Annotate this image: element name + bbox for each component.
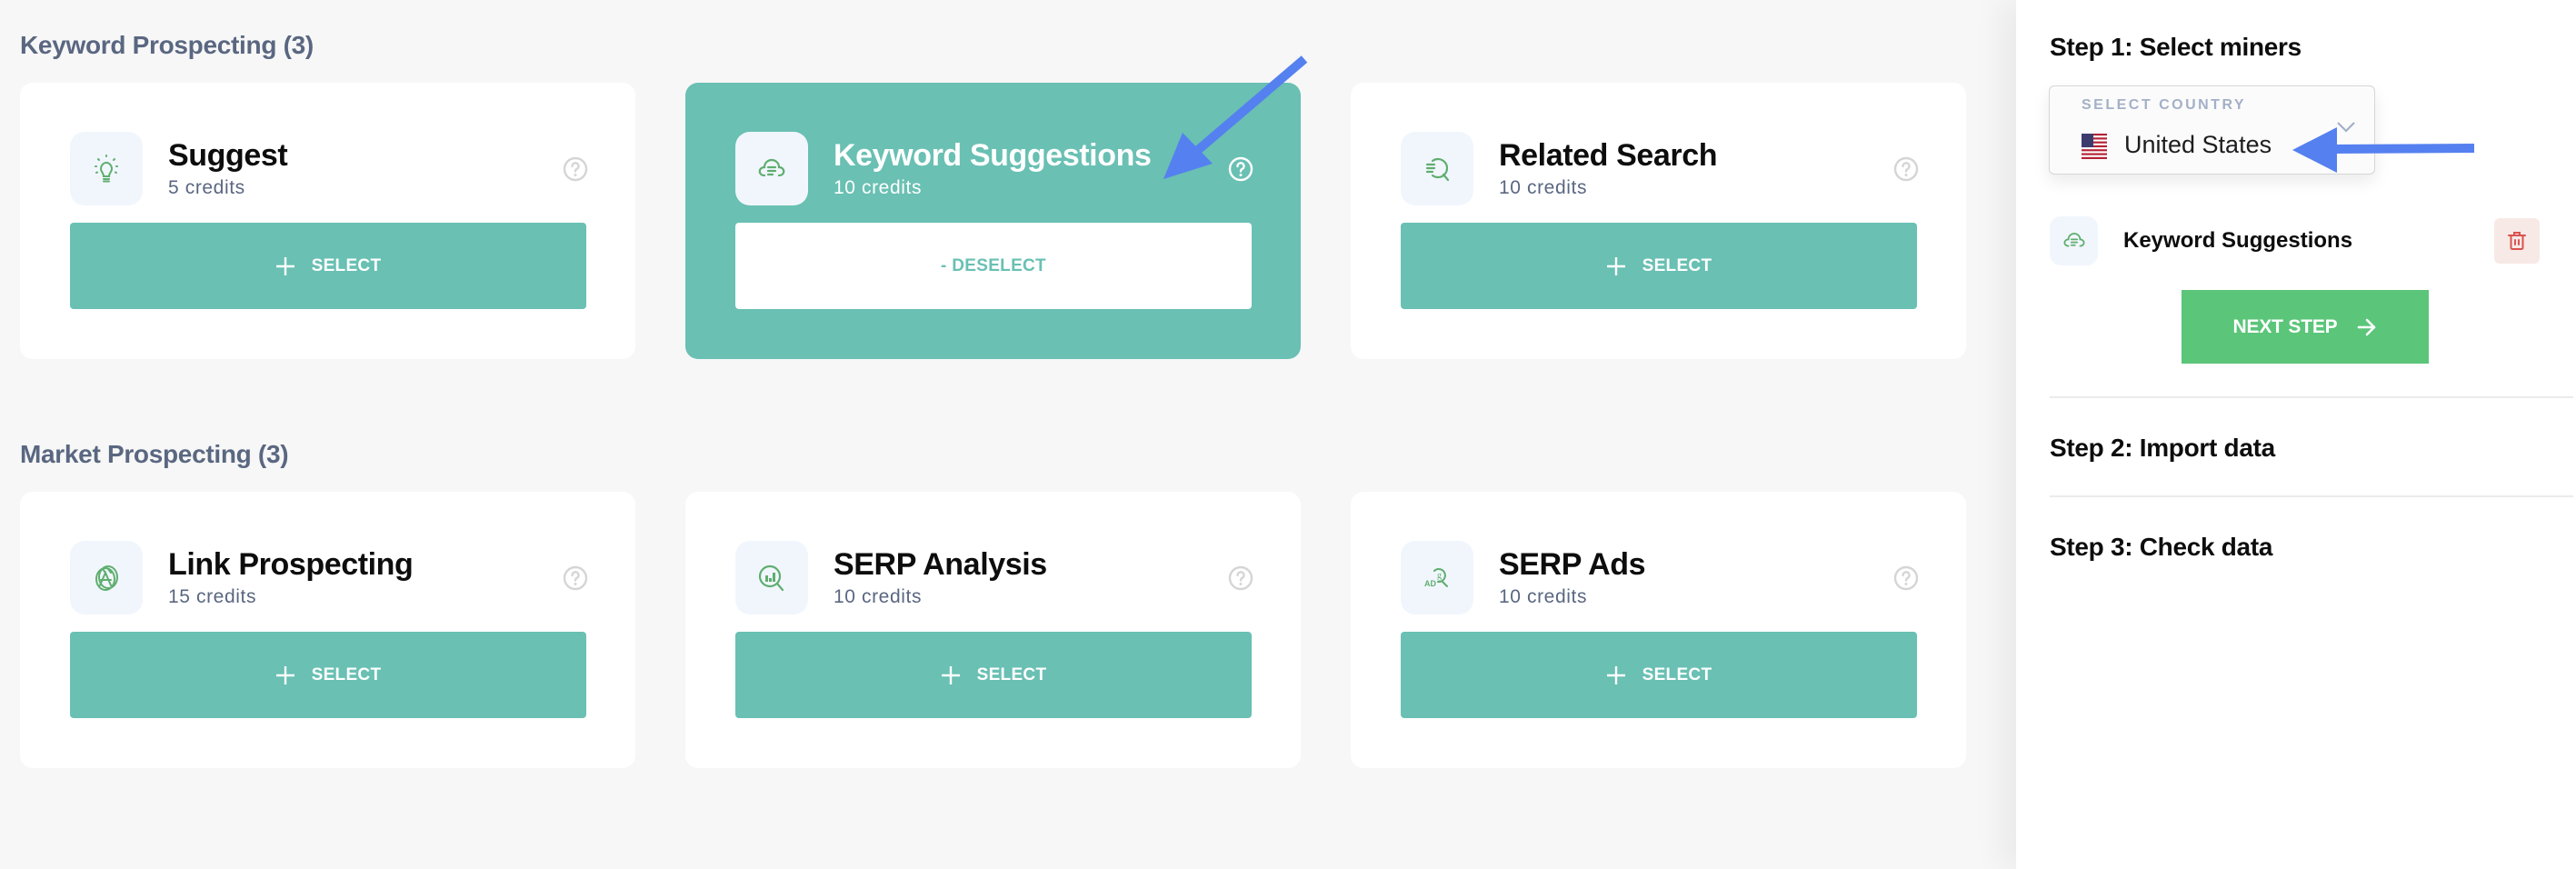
list-search-icon bbox=[1419, 151, 1455, 187]
selected-miner-name: Keyword Suggestions bbox=[2123, 228, 2353, 253]
remove-miner-button[interactable] bbox=[2494, 218, 2540, 264]
plus-icon bbox=[941, 665, 961, 685]
cloud-list-icon bbox=[2060, 226, 2089, 255]
miner-credits: 10 credits bbox=[834, 177, 923, 198]
country-select-value: United States bbox=[2124, 131, 2272, 158]
miner-title: Related Search bbox=[1499, 138, 1718, 173]
chart-search-icon bbox=[754, 560, 790, 596]
select-button[interactable]: SELECT bbox=[1401, 632, 1917, 718]
link-globe-icon bbox=[88, 560, 125, 596]
miner-title: Keyword Suggestions bbox=[834, 138, 1152, 173]
step2-title[interactable]: Step 2: Import data bbox=[2050, 433, 2275, 464]
miner-icon-box bbox=[70, 541, 143, 614]
miner-card-related-search: Related Search 10 credits SELECT bbox=[1351, 83, 1966, 359]
miner-icon-box bbox=[1401, 132, 1473, 205]
miner-card-keyword-suggestions: Keyword Suggestions 10 credits - DESELEC… bbox=[685, 83, 1301, 359]
steps-panel: Step 1: Select miners SELECT COUNTRY Uni… bbox=[2016, 0, 2576, 869]
miner-credits: 10 credits bbox=[834, 586, 923, 607]
select-button-label: SELECT bbox=[311, 255, 382, 275]
miners-area: Keyword Prospecting (3) Suggest 5 credit… bbox=[0, 0, 2016, 869]
plus-icon bbox=[1606, 256, 1626, 276]
miner-icon-box bbox=[735, 132, 808, 205]
us-flag-icon bbox=[2082, 134, 2107, 159]
help-icon[interactable] bbox=[1228, 156, 1253, 182]
help-icon[interactable] bbox=[1228, 565, 1253, 591]
divider bbox=[2050, 396, 2573, 398]
miner-card-serp-analysis: SERP Analysis 10 credits SELECT bbox=[685, 492, 1301, 768]
chevron-down-icon bbox=[2337, 122, 2355, 133]
miner-icon-box bbox=[735, 541, 808, 614]
deselect-button-label: - DESELECT bbox=[941, 255, 1046, 275]
miner-title: SERP Ads bbox=[1499, 547, 1646, 582]
arrow-right-icon bbox=[2358, 318, 2376, 335]
select-button[interactable]: SELECT bbox=[70, 223, 586, 309]
trash-icon bbox=[2508, 232, 2526, 250]
divider bbox=[2050, 495, 2573, 497]
miner-title: Suggest bbox=[168, 138, 288, 173]
section-heading-market-prospecting: Market Prospecting (3) bbox=[20, 440, 289, 468]
lightbulb-icon bbox=[88, 151, 125, 187]
selected-miner-icon-box bbox=[2050, 216, 2098, 265]
miner-title: Link Prospecting bbox=[168, 547, 414, 582]
help-icon[interactable] bbox=[563, 156, 588, 182]
plus-icon bbox=[275, 665, 295, 685]
ad-search-icon bbox=[1419, 560, 1455, 596]
select-button-label: SELECT bbox=[1642, 664, 1712, 684]
miner-title: SERP Analysis bbox=[834, 547, 1047, 582]
miner-icon-box bbox=[70, 132, 143, 205]
miner-icon-box bbox=[1401, 541, 1473, 614]
plus-icon bbox=[275, 256, 295, 276]
select-button[interactable]: SELECT bbox=[1401, 223, 1917, 309]
next-step-label: NEXT STEP bbox=[2232, 315, 2338, 337]
step1-title[interactable]: Step 1: Select miners bbox=[2050, 32, 2301, 63]
plus-icon bbox=[1606, 665, 1626, 685]
step3-title[interactable]: Step 3: Check data bbox=[2050, 532, 2272, 563]
select-button[interactable]: SELECT bbox=[735, 632, 1252, 718]
miner-card-serp-ads: SERP Ads 10 credits SELECT bbox=[1351, 492, 1966, 768]
cloud-list-icon bbox=[754, 151, 790, 187]
help-icon[interactable] bbox=[1893, 565, 1919, 591]
miner-credits: 10 credits bbox=[1499, 177, 1588, 198]
help-icon[interactable] bbox=[563, 565, 588, 591]
country-select[interactable]: SELECT COUNTRY United States bbox=[2049, 85, 2375, 175]
miner-credits: 15 credits bbox=[168, 586, 257, 607]
select-button[interactable]: SELECT bbox=[70, 632, 586, 718]
help-icon[interactable] bbox=[1893, 156, 1919, 182]
deselect-button[interactable]: - DESELECT bbox=[735, 223, 1252, 309]
miner-credits: 10 credits bbox=[1499, 586, 1588, 607]
miner-card-link-prospecting: Link Prospecting 15 credits SELECT bbox=[20, 492, 635, 768]
section-heading-keyword-prospecting: Keyword Prospecting (3) bbox=[20, 31, 314, 59]
select-button-label: SELECT bbox=[311, 664, 382, 684]
select-button-label: SELECT bbox=[976, 664, 1047, 684]
miner-credits: 5 credits bbox=[168, 177, 245, 198]
country-select-label: SELECT COUNTRY bbox=[2082, 97, 2247, 113]
select-button-label: SELECT bbox=[1642, 255, 1712, 275]
next-step-button[interactable]: NEXT STEP bbox=[2182, 290, 2429, 364]
miner-card-suggest: Suggest 5 credits SELECT bbox=[20, 83, 635, 359]
